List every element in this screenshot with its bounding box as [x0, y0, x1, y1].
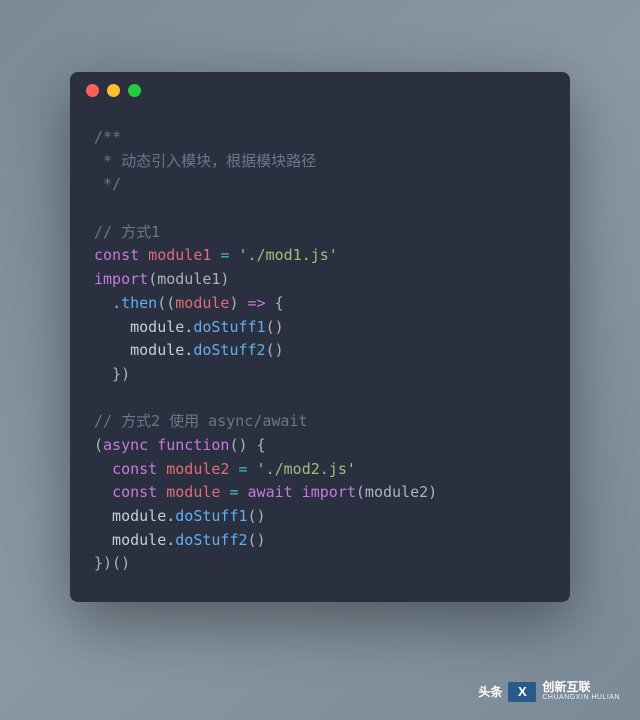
comment: // 方式1	[94, 223, 160, 241]
parameter: module	[175, 294, 229, 312]
method-call: doStuff1	[175, 507, 247, 525]
watermark-brand: 创新互联	[542, 681, 620, 694]
window-titlebar	[70, 72, 570, 108]
watermark-prefix: 头条	[478, 683, 502, 700]
watermark-sub: CHUANGXIN HULIAN	[542, 694, 620, 702]
code-block: /** * 动态引入模块，根据模块路径 */ // 方式1 const modu…	[70, 108, 570, 602]
indent	[94, 294, 112, 312]
identifier: module1	[139, 246, 220, 264]
watermark-text: 创新互联 CHUANGXIN HULIAN	[542, 681, 620, 702]
space	[148, 436, 157, 454]
punctuation: .	[112, 294, 121, 312]
identifier: module	[157, 483, 229, 501]
keyword-import: import	[302, 483, 356, 501]
indent	[94, 460, 112, 478]
keyword-import: import	[94, 270, 148, 288]
watermark: 头条 X 创新互联 CHUANGXIN HULIAN	[478, 681, 620, 702]
space	[239, 483, 248, 501]
keyword-const: const	[112, 483, 157, 501]
method-then: then	[121, 294, 157, 312]
code-text: module.	[94, 318, 193, 336]
watermark-logo-icon: X	[508, 682, 536, 702]
keyword-await: await	[248, 483, 293, 501]
punctuation: )	[229, 294, 247, 312]
keyword-function: function	[157, 436, 229, 454]
close-icon[interactable]	[86, 84, 99, 97]
code-text: module.	[94, 341, 193, 359]
code-text: module.	[94, 507, 175, 525]
punctuation: ()	[248, 507, 266, 525]
method-call: doStuff2	[175, 531, 247, 549]
string-literal: './mod1.js'	[229, 246, 337, 264]
brace: {	[266, 294, 284, 312]
string-literal: './mod2.js'	[248, 460, 356, 478]
operator: =	[239, 460, 248, 478]
identifier: module2	[157, 460, 238, 478]
comment: */	[94, 175, 121, 193]
punctuation: })	[94, 365, 130, 383]
punctuation: ()	[248, 531, 266, 549]
keyword-const: const	[94, 246, 139, 264]
operator: =	[229, 483, 238, 501]
punctuation: () {	[229, 436, 265, 454]
minimize-icon[interactable]	[107, 84, 120, 97]
arrow: =>	[248, 294, 266, 312]
comment: // 方式2 使用 async/await	[94, 412, 308, 430]
punctuation: ((	[157, 294, 175, 312]
code-text: module.	[94, 531, 175, 549]
method-call: doStuff1	[193, 318, 265, 336]
comment: /**	[94, 128, 121, 146]
punctuation: ()	[266, 341, 284, 359]
maximize-icon[interactable]	[128, 84, 141, 97]
punctuation: (module1)	[148, 270, 229, 288]
comment: * 动态引入模块，根据模块路径	[94, 152, 316, 170]
indent	[94, 483, 112, 501]
punctuation: })()	[94, 554, 130, 572]
punctuation: (module2)	[356, 483, 437, 501]
method-call: doStuff2	[193, 341, 265, 359]
code-window: /** * 动态引入模块，根据模块路径 */ // 方式1 const modu…	[70, 72, 570, 602]
punctuation: ()	[266, 318, 284, 336]
punctuation: (	[94, 436, 103, 454]
keyword-const: const	[112, 460, 157, 478]
space	[293, 483, 302, 501]
keyword-async: async	[103, 436, 148, 454]
